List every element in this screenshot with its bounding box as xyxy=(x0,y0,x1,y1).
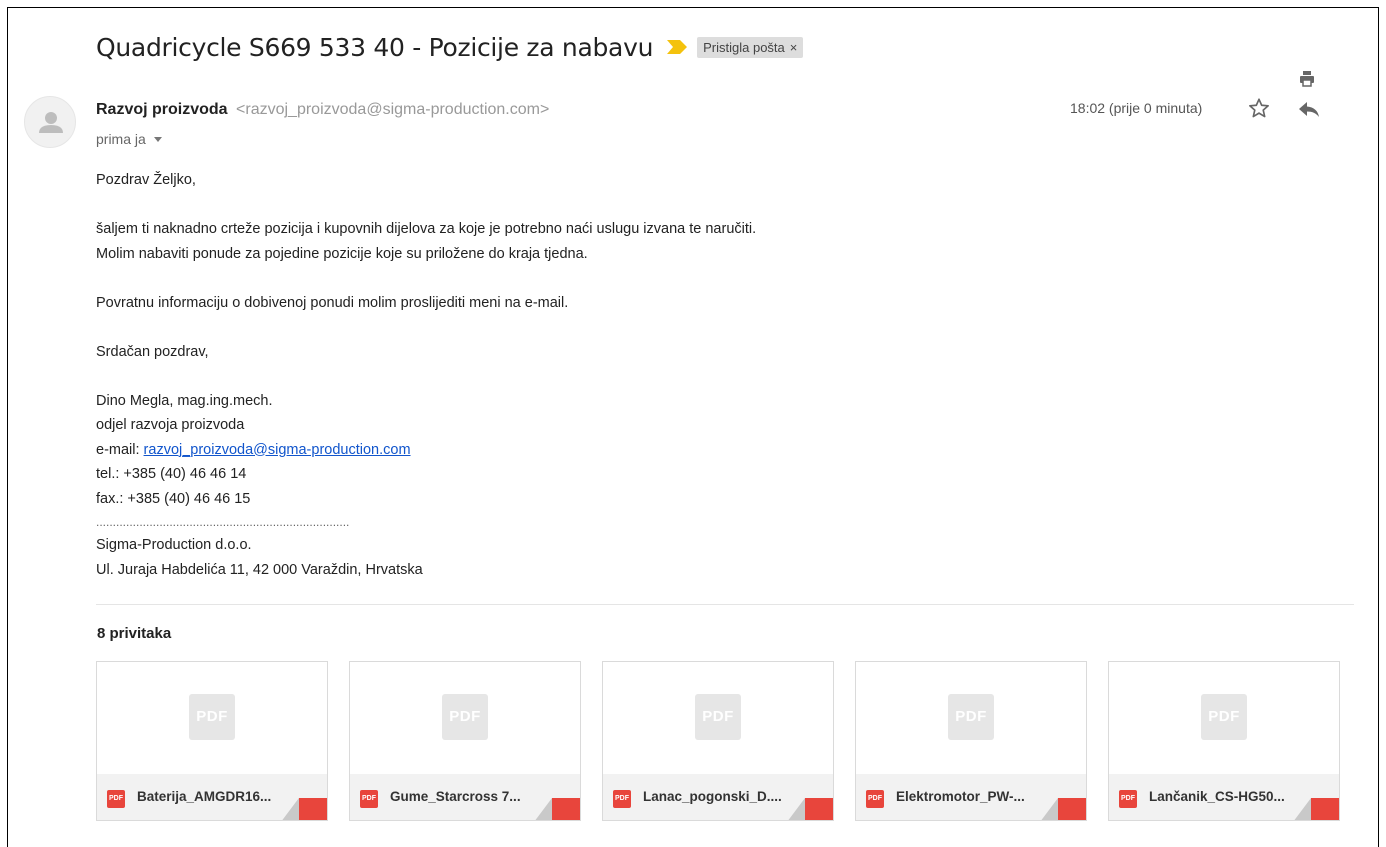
chevron-down-icon xyxy=(153,136,162,142)
label-chip-inbox[interactable]: Pristigla pošta × xyxy=(697,36,804,58)
closing-text: Srdačan pozdrav, xyxy=(96,343,209,360)
sender-avatar xyxy=(24,96,76,148)
signature-department: odjel razvoja proizvoda xyxy=(96,417,245,433)
attachment-card[interactable]: PDF PDF Elektromotor_PW-... xyxy=(855,661,1087,821)
company-address: Ul. Juraja Habdelića 11, 42 000 Varaždin… xyxy=(96,561,423,578)
signature-fax: fax.: +385 (40) 46 46 15 xyxy=(96,490,251,507)
attachments-title: 8 privitaka xyxy=(97,625,172,642)
attachment-thumbnail: PDF xyxy=(97,662,327,774)
attachment-thumbnail: PDF xyxy=(1109,662,1339,774)
company-name: Sigma-Production d.o.o. xyxy=(96,537,252,553)
greeting-text: Pozdrav Željko, xyxy=(96,172,196,188)
signature-email-link[interactable]: razvoj_proizvoda@sigma-production.com xyxy=(144,442,411,458)
pdf-badge-icon: PDF xyxy=(1119,790,1137,808)
signature-email-line: e-mail: razvoj_proizvoda@sigma-productio… xyxy=(96,438,1096,463)
attachment-corner-icon xyxy=(535,798,580,820)
attachment-corner-icon xyxy=(1294,798,1339,820)
pdf-file-icon: PDF xyxy=(948,694,994,740)
pdf-badge-icon: PDF xyxy=(107,790,125,808)
attachment-card[interactable]: PDF PDF Lančanik_CS-HG50... xyxy=(1108,661,1340,821)
remove-label-button[interactable]: × xyxy=(790,40,798,55)
attachments-divider xyxy=(96,604,1354,605)
pdf-file-icon: PDF xyxy=(695,694,741,740)
label-chip-text: Pristigla pošta xyxy=(703,39,785,55)
attachment-footer: PDF Gume_Starcross 7... xyxy=(350,774,580,820)
attachment-corner-icon xyxy=(282,798,327,820)
sender-line: Razvoj proizvoda <razvoj_proizvoda@sigma… xyxy=(96,101,549,119)
attachment-card[interactable]: PDF PDF Gume_Starcross 7... xyxy=(349,661,581,821)
signature-separator: ........................................… xyxy=(96,515,350,529)
attachment-card[interactable]: PDF PDF Lanac_pogonski_D.... xyxy=(602,661,834,821)
attachment-footer: PDF Elektromotor_PW-... xyxy=(856,774,1086,820)
attachment-footer: PDF Baterija_AMGDR16... xyxy=(97,774,327,820)
attachment-corner-icon xyxy=(1041,798,1086,820)
attachment-filename: Gume_Starcross 7... xyxy=(390,789,521,804)
attachment-thumbnail: PDF xyxy=(603,662,833,774)
signature-name: Dino Megla, mag.ing.mech. xyxy=(96,392,273,409)
signature-phone: tel.: +385 (40) 46 46 14 xyxy=(96,466,247,482)
reply-icon xyxy=(1299,102,1319,117)
pdf-badge-icon: PDF xyxy=(866,790,884,808)
star-button[interactable] xyxy=(1248,97,1270,119)
subject-row: Quadricycle S669 533 40 - Pozicije za na… xyxy=(96,30,804,64)
star-icon xyxy=(1249,98,1269,118)
pdf-badge-icon: PDF xyxy=(360,790,378,808)
pdf-file-icon: PDF xyxy=(189,694,235,740)
body-paragraph: Molim nabaviti ponude za pojedine pozici… xyxy=(96,245,588,262)
reply-button[interactable] xyxy=(1298,100,1320,118)
pdf-badge-icon: PDF xyxy=(613,790,631,808)
importance-marker-icon[interactable] xyxy=(667,40,688,54)
default-avatar-icon xyxy=(39,112,63,133)
signature-email-label: e-mail: xyxy=(96,441,144,458)
email-timestamp: 18:02 (prije 0 minuta) xyxy=(1070,100,1203,116)
body-paragraph: šaljem ti naknadno crteže pozicija i kup… xyxy=(96,221,757,237)
print-button[interactable] xyxy=(1298,70,1316,88)
attachment-filename: Lanac_pogonski_D.... xyxy=(643,789,782,804)
email-body: Pozdrav Željko, šaljem ti naknadno crtež… xyxy=(96,168,1096,582)
sender-name[interactable]: Razvoj proizvoda xyxy=(96,101,228,118)
attachment-filename: Baterija_AMGDR16... xyxy=(137,789,272,804)
print-icon xyxy=(1300,71,1314,87)
attachment-card[interactable]: PDF PDF Baterija_AMGDR16... xyxy=(96,661,328,821)
attachment-thumbnail: PDF xyxy=(350,662,580,774)
pdf-file-icon: PDF xyxy=(1201,694,1247,740)
body-paragraph: Povratnu informaciju o dobivenoj ponudi … xyxy=(96,294,569,311)
attachment-footer: PDF Lančanik_CS-HG50... xyxy=(1109,774,1339,820)
attachment-thumbnail: PDF xyxy=(856,662,1086,774)
attachment-corner-icon xyxy=(788,798,833,820)
recipient-details-toggle[interactable]: prima ja xyxy=(96,131,162,147)
attachment-filename: Lančanik_CS-HG50... xyxy=(1149,789,1285,804)
attachment-footer: PDF Lanac_pogonski_D.... xyxy=(603,774,833,820)
pdf-file-icon: PDF xyxy=(442,694,488,740)
email-subject: Quadricycle S669 533 40 - Pozicije za na… xyxy=(96,32,654,62)
attachment-filename: Elektromotor_PW-... xyxy=(896,789,1025,804)
recipient-text: prima ja xyxy=(96,131,146,147)
sender-email: <razvoj_proizvoda@sigma-production.com> xyxy=(236,101,550,118)
